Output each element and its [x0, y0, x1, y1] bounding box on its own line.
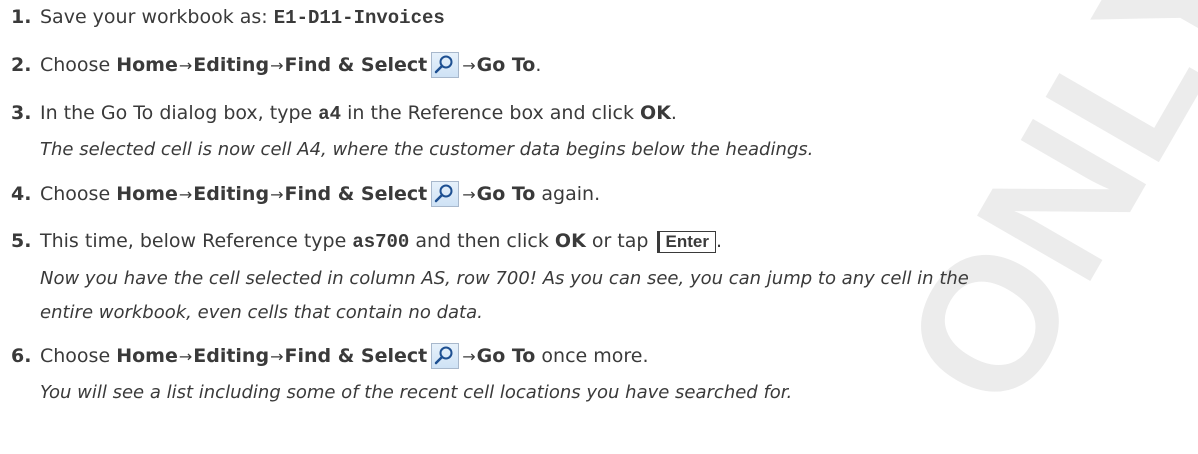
step-1: 1. Save your workbook as: E1-D11-Invoices: [11, 5, 445, 30]
step-2: 2. Choose Home→Editing→Find & Select →Go T…: [11, 52, 541, 78]
step-text: In the Go To dialog box, type: [40, 102, 319, 124]
arrow-icon: →: [270, 185, 284, 204]
step-text: in the Reference box and click: [341, 102, 641, 124]
step-text: Save your workbook as:: [40, 6, 274, 28]
menu-editing: Editing: [193, 183, 270, 205]
menu-home: Home: [116, 183, 178, 205]
arrow-icon: →: [462, 347, 476, 366]
menu-editing: Editing: [193, 345, 270, 367]
step-suffix: again.: [535, 183, 601, 205]
step-prefix: Choose: [40, 183, 117, 205]
step-prefix: Choose: [40, 345, 117, 367]
step-number: 3.: [11, 102, 32, 124]
magnifier-icon: [431, 181, 460, 207]
filename: E1-D11-Invoices: [273, 7, 445, 29]
step-text: This time, below Reference type: [40, 230, 353, 252]
menu-editing: Editing: [193, 54, 270, 76]
menu-home: Home: [116, 345, 178, 367]
menu-find-select: Find & Select: [284, 54, 428, 76]
ok-label: OK: [554, 230, 586, 252]
step-suffix: .: [670, 102, 677, 124]
enter-key: Enter: [656, 231, 716, 253]
step-suffix: once more.: [535, 345, 649, 367]
step-number: 6.: [11, 345, 32, 367]
menu-go-to: Go To: [476, 183, 536, 205]
step-text: or tap: [585, 230, 655, 252]
step-suffix: .: [715, 230, 723, 252]
step-number: 1.: [11, 6, 32, 28]
menu-find-select: Find & Select: [284, 183, 428, 205]
note-step-3: The selected cell is now cell A4, where …: [40, 139, 814, 160]
arrow-icon: →: [178, 347, 193, 366]
arrow-icon: →: [178, 56, 193, 75]
menu-go-to: Go To: [476, 54, 536, 76]
arrow-icon: →: [178, 185, 193, 204]
magnifier-icon: [431, 52, 460, 78]
menu-go-to: Go To: [476, 345, 536, 367]
step-5: 5. This time, below Reference type as700 …: [11, 229, 722, 254]
step-prefix: Choose: [40, 54, 117, 76]
step-number: 2.: [11, 54, 32, 76]
step-number: 5.: [11, 230, 32, 252]
step-suffix: .: [535, 54, 542, 76]
watermark-text: ONLY: [862, 0, 1198, 441]
arrow-icon: →: [462, 56, 476, 75]
step-number: 4.: [11, 183, 32, 205]
menu-find-select: Find & Select: [284, 345, 428, 367]
step-6: 6. Choose Home→Editing→Find & Select →Go T…: [11, 343, 649, 369]
arrow-icon: →: [270, 56, 284, 75]
arrow-icon: →: [462, 185, 476, 204]
arrow-icon: →: [270, 347, 284, 366]
note-step-5-line-1: Now you have the cell selected in column…: [40, 268, 969, 289]
step-text: and then click: [409, 230, 555, 252]
note-step-5-line-2: entire workbook, even cells that contain…: [40, 302, 483, 323]
note-step-6: You will see a list including some of th…: [40, 382, 793, 403]
typed-value: as700: [352, 231, 410, 253]
step-4: 4. Choose Home→Editing→Find & Select →Go T…: [11, 181, 600, 207]
magnifier-icon: [431, 343, 460, 369]
menu-home: Home: [116, 54, 178, 76]
ok-label: OK: [640, 102, 671, 124]
step-3: 3. In the Go To dialog box, type a4 in th…: [11, 101, 677, 126]
typed-value: a4: [318, 103, 342, 125]
